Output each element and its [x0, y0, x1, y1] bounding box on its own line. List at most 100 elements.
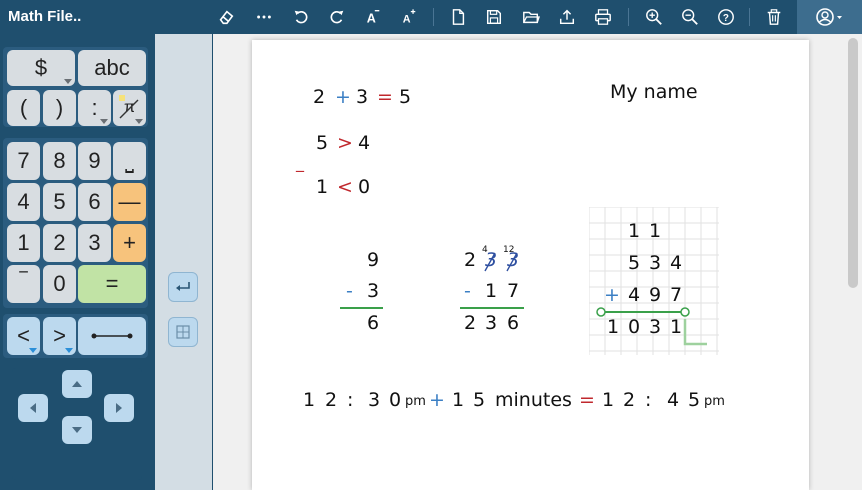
- plus-key[interactable]: +: [113, 224, 146, 262]
- sub2-top-d1: 2: [464, 249, 477, 271]
- space-key-label: ⎵: [125, 148, 134, 173]
- enter-button[interactable]: [168, 272, 198, 302]
- dropdown-caret-icon: [65, 348, 73, 353]
- pi-key[interactable]: π: [113, 90, 146, 126]
- key-9[interactable]: 9: [78, 142, 111, 180]
- font-decrease-icon[interactable]: A: [362, 6, 384, 28]
- time-colon-2: :: [645, 389, 652, 411]
- key-5[interactable]: 5: [43, 183, 76, 221]
- toolbar-divider: [433, 8, 434, 26]
- scrollbar-thumb[interactable]: [848, 38, 858, 288]
- key-7[interactable]: 7: [7, 142, 40, 180]
- colon-key[interactable]: :: [78, 90, 111, 126]
- colon-key-label: :: [91, 95, 98, 120]
- less-than-key[interactable]: <: [7, 317, 40, 355]
- eraser-icon[interactable]: [215, 6, 237, 28]
- eq2-op: >: [337, 132, 353, 154]
- key-0[interactable]: 0: [43, 265, 76, 303]
- right-paren-key[interactable]: ): [43, 90, 76, 126]
- time-result-h1: 1: [602, 389, 615, 411]
- vertical-scrollbar[interactable]: [848, 38, 858, 490]
- left-paren-key[interactable]: (: [7, 90, 40, 126]
- add-b-d3: 7: [670, 284, 683, 306]
- minus-key-label: —: [118, 189, 141, 214]
- name-label[interactable]: My name: [610, 81, 698, 103]
- key-3[interactable]: 3: [78, 224, 111, 262]
- arrow-left-key[interactable]: [18, 394, 48, 422]
- sub2-strikethrough-marks: [484, 252, 518, 272]
- print-icon[interactable]: [592, 6, 614, 28]
- save-icon[interactable]: [483, 6, 505, 28]
- undo-icon[interactable]: [290, 6, 312, 28]
- key-2-label: 2: [53, 230, 66, 255]
- redo-icon[interactable]: [326, 6, 348, 28]
- negative-key[interactable]: ‾: [7, 265, 40, 303]
- app-title[interactable]: Math File..: [8, 8, 81, 25]
- arrow-down-key[interactable]: [62, 416, 92, 444]
- side-tool-column: [155, 34, 212, 490]
- eq1-c: 5: [399, 86, 412, 108]
- sub1-bottom: 3: [367, 280, 380, 302]
- add-a-d3: 4: [670, 252, 683, 274]
- grid-toggle-button[interactable]: [168, 317, 198, 347]
- key-3-label: 3: [88, 230, 101, 255]
- add-result-d2: 0: [628, 316, 641, 338]
- eq1-a: 2: [313, 86, 326, 108]
- dropdown-caret-icon: [64, 79, 72, 84]
- key-6[interactable]: 6: [78, 183, 111, 221]
- dropdown-caret-icon: [29, 348, 37, 353]
- trash-icon[interactable]: [763, 6, 785, 28]
- arrow-up-key[interactable]: [62, 370, 92, 398]
- document-page[interactable]: 2 + 3 = 5 5 > 4 ‾ 1 < 0 My name 9 - 3 6 …: [252, 40, 809, 490]
- arrow-right-key[interactable]: [104, 394, 134, 422]
- top-toolbar: Math File.. A A ?: [0, 0, 862, 34]
- abc-key[interactable]: abc: [78, 50, 146, 86]
- key-0-label: 0: [53, 271, 66, 296]
- eq1-b: 3: [356, 86, 369, 108]
- minus-key[interactable]: —: [113, 183, 146, 221]
- add-result-d1: 1: [607, 316, 620, 338]
- add-a-d2: 3: [649, 252, 662, 274]
- key-4[interactable]: 4: [7, 183, 40, 221]
- eq3-b: 0: [358, 176, 371, 198]
- add-b-d2: 9: [649, 284, 662, 306]
- font-increase-icon[interactable]: A: [398, 6, 420, 28]
- eq3-op: <: [337, 176, 353, 198]
- arrow-up-icon: [72, 381, 82, 387]
- sub2-result-d1: 2: [464, 312, 477, 334]
- more-icon[interactable]: [253, 6, 275, 28]
- zoom-out-icon[interactable]: [679, 6, 701, 28]
- add-op: +: [604, 284, 620, 306]
- add-a-d1: 5: [628, 252, 641, 274]
- equals-key[interactable]: =: [78, 265, 146, 303]
- key-9-label: 9: [88, 148, 101, 173]
- arrow-left-icon: [30, 403, 36, 413]
- time-colon-1: :: [347, 389, 354, 411]
- key-7-label: 7: [17, 148, 30, 173]
- slash-overlay-icon: [119, 95, 139, 119]
- sub2-result-d3: 6: [507, 312, 520, 334]
- line-segment-icon: [91, 333, 133, 339]
- time-unit: minutes: [495, 389, 572, 411]
- export-icon[interactable]: [556, 6, 578, 28]
- key-2[interactable]: 2: [43, 224, 76, 262]
- time-ampm-1: pm: [405, 394, 426, 409]
- equals-key-label: =: [105, 271, 119, 296]
- key-5-label: 5: [53, 189, 66, 214]
- dollar-key[interactable]: $: [7, 50, 75, 86]
- key-1[interactable]: 1: [7, 224, 40, 262]
- space-key[interactable]: ⎵: [113, 142, 146, 180]
- open-folder-icon[interactable]: [520, 6, 542, 28]
- time-eq: =: [579, 389, 595, 411]
- account-menu-button[interactable]: [797, 0, 862, 34]
- time-d1: 1: [452, 389, 465, 411]
- key-8[interactable]: 8: [43, 142, 76, 180]
- greater-than-key[interactable]: >: [43, 317, 76, 355]
- help-icon[interactable]: ?: [715, 6, 737, 28]
- add-carry-d2: 1: [649, 220, 662, 242]
- key-4-label: 4: [17, 189, 30, 214]
- line-segment-key[interactable]: [78, 317, 146, 355]
- add-carry-d1: 1: [628, 220, 641, 242]
- new-file-icon[interactable]: [447, 6, 469, 28]
- zoom-in-icon[interactable]: [643, 6, 665, 28]
